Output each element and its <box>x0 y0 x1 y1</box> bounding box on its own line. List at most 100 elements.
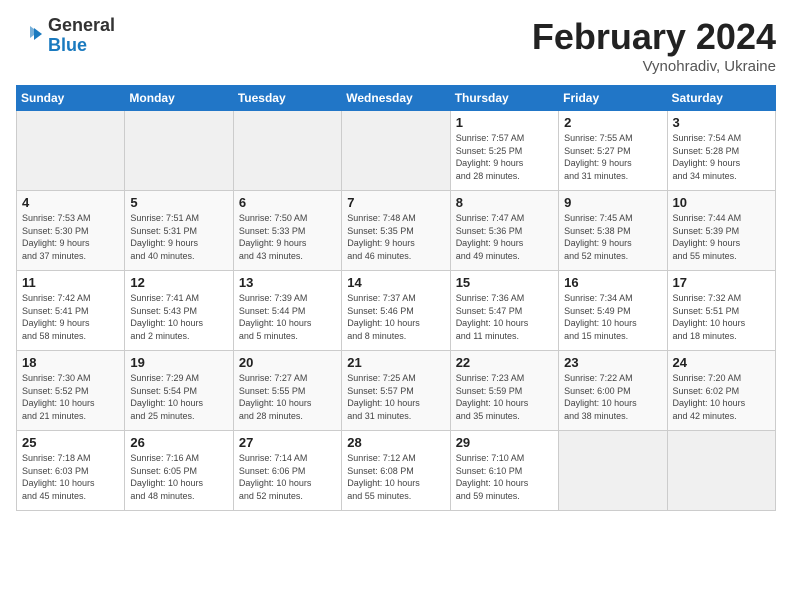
calendar-table: SundayMondayTuesdayWednesdayThursdayFrid… <box>16 85 776 511</box>
calendar-cell <box>559 431 667 511</box>
day-number: 26 <box>130 435 227 450</box>
calendar-week-row: 1Sunrise: 7:57 AM Sunset: 5:25 PM Daylig… <box>17 111 776 191</box>
day-detail: Sunrise: 7:34 AM Sunset: 5:49 PM Dayligh… <box>564 292 661 342</box>
logo-text: General Blue <box>48 16 115 56</box>
calendar-cell: 11Sunrise: 7:42 AM Sunset: 5:41 PM Dayli… <box>17 271 125 351</box>
calendar-cell: 27Sunrise: 7:14 AM Sunset: 6:06 PM Dayli… <box>233 431 341 511</box>
day-detail: Sunrise: 7:41 AM Sunset: 5:43 PM Dayligh… <box>130 292 227 342</box>
day-detail: Sunrise: 7:32 AM Sunset: 5:51 PM Dayligh… <box>673 292 770 342</box>
calendar-cell: 28 Sunrise: 7:12 AM Sunset: 6:08 PM Dayli… <box>342 431 450 511</box>
day-detail: Sunrise: 7:57 AM Sunset: 5:25 PM Dayligh… <box>456 132 553 182</box>
day-number: 29 <box>456 435 553 450</box>
calendar-week-row: 11Sunrise: 7:42 AM Sunset: 5:41 PM Dayli… <box>17 271 776 351</box>
day-number: 2 <box>564 115 661 130</box>
calendar-cell: 16 Sunrise: 7:34 AM Sunset: 5:49 PM Dayli… <box>559 271 667 351</box>
day-number: 12 <box>130 275 227 290</box>
calendar-header-row: SundayMondayTuesdayWednesdayThursdayFrid… <box>17 86 776 111</box>
calendar-header-cell: Sunday <box>17 86 125 111</box>
day-number: 21 <box>347 355 444 370</box>
header: General Blue February 2024 Vynohradiv, U… <box>16 16 776 75</box>
day-number: 17 <box>673 275 770 290</box>
logo-icon <box>16 22 44 50</box>
day-detail: Sunrise: 7:18 AM Sunset: 6:03 PM Dayligh… <box>22 452 119 502</box>
day-detail: Sunrise: 7:20 AM Sunset: 6:02 PM Dayligh… <box>673 372 770 422</box>
day-number: 5 <box>130 195 227 210</box>
calendar-cell: 10 Sunrise: 7:44 AM Sunset: 5:39 PM Dayli… <box>667 191 775 271</box>
calendar-cell: 19Sunrise: 7:29 AM Sunset: 5:54 PM Dayli… <box>125 351 233 431</box>
day-detail: Sunrise: 7:29 AM Sunset: 5:54 PM Dayligh… <box>130 372 227 422</box>
day-detail: Sunrise: 7:27 AM Sunset: 5:55 PM Dayligh… <box>239 372 336 422</box>
day-detail: Sunrise: 7:51 AM Sunset: 5:31 PM Dayligh… <box>130 212 227 262</box>
day-number: 6 <box>239 195 336 210</box>
day-detail: Sunrise: 7:30 AM Sunset: 5:52 PM Dayligh… <box>22 372 119 422</box>
day-number: 22 <box>456 355 553 370</box>
day-number: 10 <box>673 195 770 210</box>
calendar-body: 1Sunrise: 7:57 AM Sunset: 5:25 PM Daylig… <box>17 111 776 511</box>
day-detail: Sunrise: 7:54 AM Sunset: 5:28 PM Dayligh… <box>673 132 770 182</box>
month-title: February 2024 <box>532 16 776 58</box>
calendar-header-cell: Wednesday <box>342 86 450 111</box>
calendar-cell: 15 Sunrise: 7:36 AM Sunset: 5:47 PM Dayli… <box>450 271 558 351</box>
day-detail: Sunrise: 7:25 AM Sunset: 5:57 PM Dayligh… <box>347 372 444 422</box>
day-detail: Sunrise: 7:44 AM Sunset: 5:39 PM Dayligh… <box>673 212 770 262</box>
day-detail: Sunrise: 7:10 AM Sunset: 6:10 PM Dayligh… <box>456 452 553 502</box>
day-detail: Sunrise: 7:12 AM Sunset: 6:08 PM Dayligh… <box>347 452 444 502</box>
day-number: 14 <box>347 275 444 290</box>
day-number: 15 <box>456 275 553 290</box>
calendar-cell: 24 Sunrise: 7:20 AM Sunset: 6:02 PM Dayli… <box>667 351 775 431</box>
calendar-cell: 14 Sunrise: 7:37 AM Sunset: 5:46 PM Dayli… <box>342 271 450 351</box>
calendar-cell: 5 Sunrise: 7:51 AM Sunset: 5:31 PM Daylig… <box>125 191 233 271</box>
calendar-cell: 9Sunrise: 7:45 AM Sunset: 5:38 PM Daylig… <box>559 191 667 271</box>
day-detail: Sunrise: 7:16 AM Sunset: 6:05 PM Dayligh… <box>130 452 227 502</box>
day-number: 20 <box>239 355 336 370</box>
day-detail: Sunrise: 7:48 AM Sunset: 5:35 PM Dayligh… <box>347 212 444 262</box>
calendar-cell: 18 Sunrise: 7:30 AM Sunset: 5:52 PM Dayli… <box>17 351 125 431</box>
calendar-cell: 8 Sunrise: 7:47 AM Sunset: 5:36 PM Daylig… <box>450 191 558 271</box>
day-detail: Sunrise: 7:47 AM Sunset: 5:36 PM Dayligh… <box>456 212 553 262</box>
calendar-cell <box>233 111 341 191</box>
calendar-header-cell: Friday <box>559 86 667 111</box>
day-detail: Sunrise: 7:23 AM Sunset: 5:59 PM Dayligh… <box>456 372 553 422</box>
day-detail: Sunrise: 7:37 AM Sunset: 5:46 PM Dayligh… <box>347 292 444 342</box>
location: Vynohradiv, Ukraine <box>532 58 776 75</box>
day-number: 24 <box>673 355 770 370</box>
day-number: 16 <box>564 275 661 290</box>
day-number: 25 <box>22 435 119 450</box>
calendar-cell: 25 Sunrise: 7:18 AM Sunset: 6:03 PM Dayli… <box>17 431 125 511</box>
day-number: 18 <box>22 355 119 370</box>
calendar-cell: 22 Sunrise: 7:23 AM Sunset: 5:59 PM Dayli… <box>450 351 558 431</box>
day-detail: Sunrise: 7:14 AM Sunset: 6:06 PM Dayligh… <box>239 452 336 502</box>
calendar-cell <box>17 111 125 191</box>
calendar-header-cell: Saturday <box>667 86 775 111</box>
day-number: 28 <box>347 435 444 450</box>
day-number: 4 <box>22 195 119 210</box>
calendar-header-cell: Tuesday <box>233 86 341 111</box>
calendar-cell: 21 Sunrise: 7:25 AM Sunset: 5:57 PM Dayli… <box>342 351 450 431</box>
calendar-cell: 20 Sunrise: 7:27 AM Sunset: 5:55 PM Dayli… <box>233 351 341 431</box>
day-number: 13 <box>239 275 336 290</box>
day-number: 23 <box>564 355 661 370</box>
calendar-week-row: 25 Sunrise: 7:18 AM Sunset: 6:03 PM Dayli… <box>17 431 776 511</box>
title-area: February 2024 Vynohradiv, Ukraine <box>532 16 776 75</box>
calendar-cell <box>125 111 233 191</box>
logo-line2: Blue <box>48 36 115 56</box>
calendar-cell: 2 Sunrise: 7:55 AM Sunset: 5:27 PM Daylig… <box>559 111 667 191</box>
day-detail: Sunrise: 7:36 AM Sunset: 5:47 PM Dayligh… <box>456 292 553 342</box>
calendar-cell: 7 Sunrise: 7:48 AM Sunset: 5:35 PM Daylig… <box>342 191 450 271</box>
calendar-cell: 1Sunrise: 7:57 AM Sunset: 5:25 PM Daylig… <box>450 111 558 191</box>
calendar-cell: 26 Sunrise: 7:16 AM Sunset: 6:05 PM Dayli… <box>125 431 233 511</box>
logo: General Blue <box>16 16 115 56</box>
day-number: 7 <box>347 195 444 210</box>
calendar-cell: 3Sunrise: 7:54 AM Sunset: 5:28 PM Daylig… <box>667 111 775 191</box>
day-detail: Sunrise: 7:50 AM Sunset: 5:33 PM Dayligh… <box>239 212 336 262</box>
calendar-cell: 17 Sunrise: 7:32 AM Sunset: 5:51 PM Dayli… <box>667 271 775 351</box>
day-number: 8 <box>456 195 553 210</box>
day-detail: Sunrise: 7:39 AM Sunset: 5:44 PM Dayligh… <box>239 292 336 342</box>
calendar-header-cell: Thursday <box>450 86 558 111</box>
calendar-cell: 12 Sunrise: 7:41 AM Sunset: 5:43 PM Dayli… <box>125 271 233 351</box>
day-detail: Sunrise: 7:22 AM Sunset: 6:00 PM Dayligh… <box>564 372 661 422</box>
day-detail: Sunrise: 7:42 AM Sunset: 5:41 PM Dayligh… <box>22 292 119 342</box>
calendar-cell <box>342 111 450 191</box>
day-number: 9 <box>564 195 661 210</box>
day-detail: Sunrise: 7:55 AM Sunset: 5:27 PM Dayligh… <box>564 132 661 182</box>
